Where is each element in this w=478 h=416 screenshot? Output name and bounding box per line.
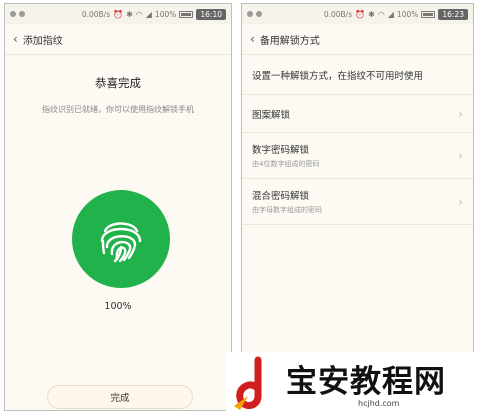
chevron-right-icon: ›	[458, 106, 463, 121]
option-pattern-unlock[interactable]: 图案解锁 ›	[242, 95, 473, 133]
title-bar: ‹ 添加指纹	[5, 24, 231, 55]
chevron-right-icon: ›	[458, 148, 463, 163]
battery-icon	[421, 10, 436, 18]
battery-percent: 100%	[396, 9, 419, 19]
fingerprint-icon	[100, 222, 142, 263]
option-description: 由4位数字组成的密码	[252, 160, 320, 168]
chevron-right-icon: ›	[458, 194, 463, 209]
page-title: 添加指纹	[22, 35, 63, 47]
battery-percent: 100%	[154, 9, 177, 19]
watermark-url: hcjhd.com	[358, 399, 400, 408]
option-title: 数字密码解锁	[252, 145, 310, 156]
done-button[interactable]: 完成	[47, 385, 193, 409]
enroll-progress: 100%	[104, 301, 132, 312]
page-title: 备用解锁方式	[259, 35, 320, 47]
option-password-unlock[interactable]: 混合密码解锁 由字母数字组成的密码 ›	[242, 179, 473, 225]
instruction-text: 设置一种解锁方式，在指纹不可用时使用	[242, 55, 473, 95]
congrats-title: 恭喜完成	[95, 76, 141, 90]
option-title: 混合密码解锁	[252, 191, 310, 202]
title-bar: ‹ 备用解锁方式	[242, 24, 473, 55]
back-chevron-icon[interactable]: ‹	[13, 33, 18, 45]
notification-dot-icon	[247, 11, 253, 17]
network-speed: 0.00B/s	[81, 9, 111, 19]
watermark-text: 宝安教程网	[286, 364, 446, 400]
bluetooth-icon: ✱	[126, 9, 133, 19]
fingerprint-badge	[72, 190, 170, 288]
clock: 16:10	[196, 8, 226, 20]
status-bar: 0.00B/s ⏰ ✱ ◠ ◢ 100% 16:10	[5, 4, 231, 24]
option-description: 由字母数字组成的密码	[252, 206, 322, 214]
notification-dot-icon	[19, 11, 25, 17]
signal-icon: ◢	[145, 9, 152, 19]
wifi-icon: ◠	[135, 9, 143, 19]
clock: 16:23	[438, 8, 468, 20]
congrats-subtitle: 指纹识别已就绪，你可以使用指纹解锁手机	[42, 105, 194, 114]
site-watermark: 宝安教程网 hcjhd.com	[226, 352, 478, 416]
notification-dot-icon	[10, 11, 16, 17]
bluetooth-icon: ✱	[368, 9, 375, 19]
backup-unlock-screen: 0.00B/s ⏰ ✱ ◠ ◢ 100% 16:23 ‹ 备用解锁方式 设置一种…	[241, 3, 474, 411]
fingerprint-complete-screen: 0.00B/s ⏰ ✱ ◠ ◢ 100% 16:10 ‹ 添加指纹 恭喜完成 指…	[4, 3, 232, 411]
signal-icon: ◢	[387, 9, 394, 19]
option-title: 图案解锁	[252, 109, 291, 121]
alarm-icon: ⏰	[355, 9, 366, 19]
notification-dot-icon	[256, 11, 262, 17]
alarm-icon: ⏰	[113, 9, 124, 19]
option-pin-unlock[interactable]: 数字密码解锁 由4位数字组成的密码 ›	[242, 133, 473, 179]
status-bar: 0.00B/s ⏰ ✱ ◠ ◢ 100% 16:23	[242, 4, 473, 24]
wifi-icon: ◠	[377, 9, 385, 19]
battery-icon	[179, 10, 194, 18]
network-speed: 0.00B/s	[323, 9, 353, 19]
site-logo-icon	[234, 356, 262, 410]
back-chevron-icon[interactable]: ‹	[250, 33, 255, 45]
